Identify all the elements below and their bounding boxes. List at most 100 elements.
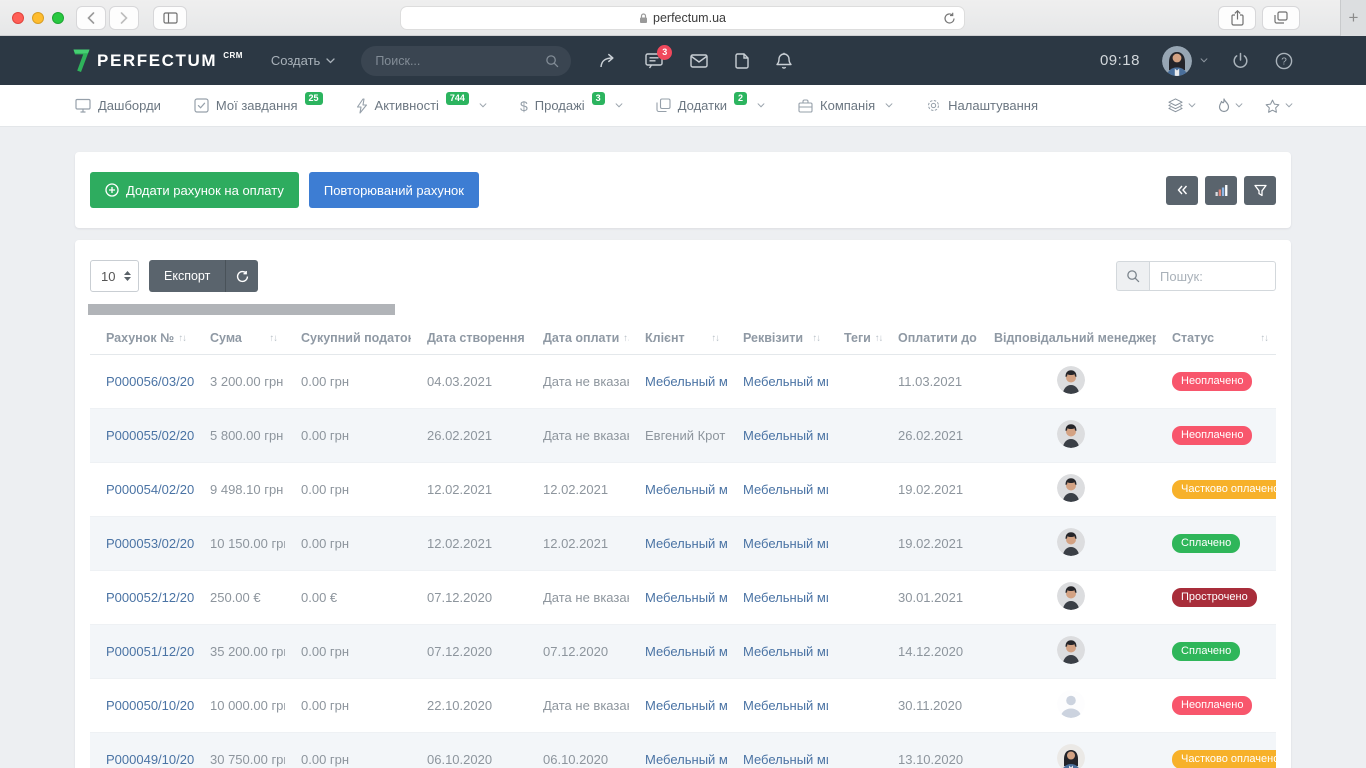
- nav-item-2[interactable]: Мої завдання25: [194, 98, 323, 113]
- invoice-row: P000056/03/20213 200.00 грн0.00 грн04.03…: [90, 355, 1276, 409]
- column-header[interactable]: Статус↑↓: [1156, 322, 1276, 355]
- filter-button[interactable]: [1244, 176, 1276, 205]
- invoice-sum: 10 150.00 грн: [194, 517, 285, 571]
- requisites-link[interactable]: Мебельный мир: [743, 644, 828, 659]
- new-tab-button[interactable]: +: [1340, 0, 1366, 36]
- column-header[interactable]: Дата оплати↑↓: [527, 322, 629, 355]
- requisites-link[interactable]: Мебельный мир: [743, 482, 828, 497]
- client-link[interactable]: Мебельный мир: [645, 482, 727, 497]
- mail-button[interactable]: [690, 54, 708, 68]
- refresh-button[interactable]: [225, 260, 258, 292]
- header-search-input[interactable]: Поиск...: [361, 46, 571, 76]
- requisites-link[interactable]: Мебельный мир: [743, 590, 828, 605]
- manager-avatar[interactable]: [1057, 636, 1085, 664]
- client-link[interactable]: Мебельный мир: [645, 698, 727, 713]
- column-header[interactable]: Сума↑↓: [194, 322, 285, 355]
- manager-avatar[interactable]: [1057, 690, 1085, 718]
- requisites-link[interactable]: Мебельный мир: [743, 536, 828, 551]
- sort-icon[interactable]: ↑↓: [712, 333, 720, 344]
- hot-dropdown[interactable]: [1218, 98, 1243, 113]
- client-link[interactable]: Мебельный мир: [645, 752, 727, 767]
- invoice-number-link[interactable]: P000053/02/2021: [106, 536, 194, 551]
- sort-icon[interactable]: ↑↓: [623, 333, 629, 344]
- manager-avatar[interactable]: [1057, 582, 1085, 610]
- user-menu-chevron[interactable]: [1200, 58, 1208, 63]
- column-header[interactable]: Сукупний податок↑↓: [285, 322, 411, 355]
- sort-icon[interactable]: ↑↓: [1261, 333, 1269, 344]
- client-link[interactable]: Мебельный мир: [645, 644, 727, 659]
- svg-text:?: ?: [1281, 56, 1287, 67]
- invoice-number-link[interactable]: P000051/12/2020: [106, 644, 194, 659]
- nav-item-label: Налаштування: [948, 98, 1038, 113]
- favorites-dropdown[interactable]: [1265, 99, 1293, 113]
- user-avatar[interactable]: [1162, 46, 1192, 76]
- manager-avatar[interactable]: [1057, 474, 1085, 502]
- column-header[interactable]: Теги↑↓: [828, 322, 882, 355]
- documents-button[interactable]: [735, 53, 749, 69]
- requisites-link[interactable]: Мебельный мир: [743, 698, 828, 713]
- sort-icon[interactable]: ↑↓: [179, 333, 187, 344]
- requisites-link[interactable]: Мебельный мир: [743, 752, 828, 767]
- add-invoice-button[interactable]: Додати рахунок на оплату: [90, 172, 299, 208]
- client-link[interactable]: Мебельный мир: [645, 536, 727, 551]
- fullscreen-window-button[interactable]: [52, 12, 64, 24]
- column-header[interactable]: Клієнт↑↓: [629, 322, 727, 355]
- sort-icon[interactable]: ↑↓: [875, 333, 882, 344]
- invoice-number-link[interactable]: P000049/10/2020: [106, 752, 194, 767]
- column-header[interactable]: Реквізити↑↓: [727, 322, 828, 355]
- client-link[interactable]: Мебельный мир: [645, 590, 727, 605]
- redo-button[interactable]: [599, 53, 618, 69]
- logout-button[interactable]: [1232, 52, 1249, 69]
- modules-dropdown[interactable]: [1168, 98, 1196, 113]
- recurring-invoice-button[interactable]: Повторюваний рахунок: [309, 172, 479, 208]
- perfectum-logo[interactable]: PERFECTUM CRM: [72, 48, 243, 74]
- invoice-number-link[interactable]: P000055/02/2021: [106, 428, 194, 443]
- browser-forward-button[interactable]: [109, 6, 139, 30]
- table-search-input[interactable]: [1149, 261, 1276, 291]
- manager-avatar[interactable]: [1057, 420, 1085, 448]
- manager-avatar[interactable]: [1057, 366, 1085, 394]
- notifications-button[interactable]: [776, 52, 792, 69]
- minimize-window-button[interactable]: [32, 12, 44, 24]
- scrollbar-thumb[interactable]: [88, 304, 395, 315]
- invoice-number-link[interactable]: P000052/12/2020: [106, 590, 194, 605]
- create-menu[interactable]: Создать: [271, 53, 335, 68]
- column-header[interactable]: Рахунок №↑↓: [90, 322, 194, 355]
- sort-icon[interactable]: ↑↓: [270, 333, 278, 344]
- nav-item-4[interactable]: $Продажі3: [520, 98, 623, 114]
- horizontal-scrollbar[interactable]: [90, 304, 1276, 315]
- column-header[interactable]: Дата створення↑↓: [411, 322, 527, 355]
- nav-item-6[interactable]: Компанія: [798, 98, 893, 113]
- export-button[interactable]: Експорт: [149, 260, 225, 292]
- browser-back-button[interactable]: [76, 6, 106, 30]
- nav-item-badge: 3: [592, 92, 605, 105]
- invoice-number-link[interactable]: P000054/02/2021: [106, 482, 194, 497]
- chart-view-button[interactable]: [1205, 176, 1237, 205]
- chat-button[interactable]: 3: [645, 53, 663, 69]
- invoice-number-link[interactable]: P000050/10/2020: [106, 698, 194, 713]
- tabs-overview-button[interactable]: [1262, 6, 1300, 30]
- column-header[interactable]: Відповідальний менеджер↑↓: [978, 322, 1156, 355]
- column-header[interactable]: Оплатити до↑↓: [882, 322, 978, 355]
- collapse-button[interactable]: [1166, 176, 1198, 205]
- sort-icon[interactable]: ↑↓: [813, 333, 821, 344]
- requisites-link[interactable]: Мебельный мир: [743, 428, 828, 443]
- nav-item-5[interactable]: Додатки2: [656, 98, 765, 113]
- chevron-down-icon: [479, 103, 487, 108]
- nav-item-7[interactable]: Налаштування: [926, 98, 1038, 113]
- help-button[interactable]: ?: [1275, 52, 1293, 70]
- client-link[interactable]: Мебельный мир: [645, 374, 727, 389]
- sidebar-toggle-button[interactable]: [153, 6, 187, 30]
- address-bar[interactable]: perfectum.ua: [400, 6, 965, 30]
- page-size-select[interactable]: 10: [90, 260, 139, 292]
- nav-item-1[interactable]: Дашборди: [75, 98, 161, 113]
- nav-item-3[interactable]: Активності744: [356, 98, 487, 114]
- invoice-number-link[interactable]: P000056/03/2021: [106, 374, 194, 389]
- reload-button[interactable]: [943, 12, 956, 25]
- close-window-button[interactable]: [12, 12, 24, 24]
- share-button[interactable]: [1218, 6, 1256, 30]
- table-search-button[interactable]: [1116, 261, 1149, 291]
- manager-avatar[interactable]: [1057, 744, 1085, 768]
- manager-avatar[interactable]: [1057, 528, 1085, 556]
- requisites-link[interactable]: Мебельный мир: [743, 374, 828, 389]
